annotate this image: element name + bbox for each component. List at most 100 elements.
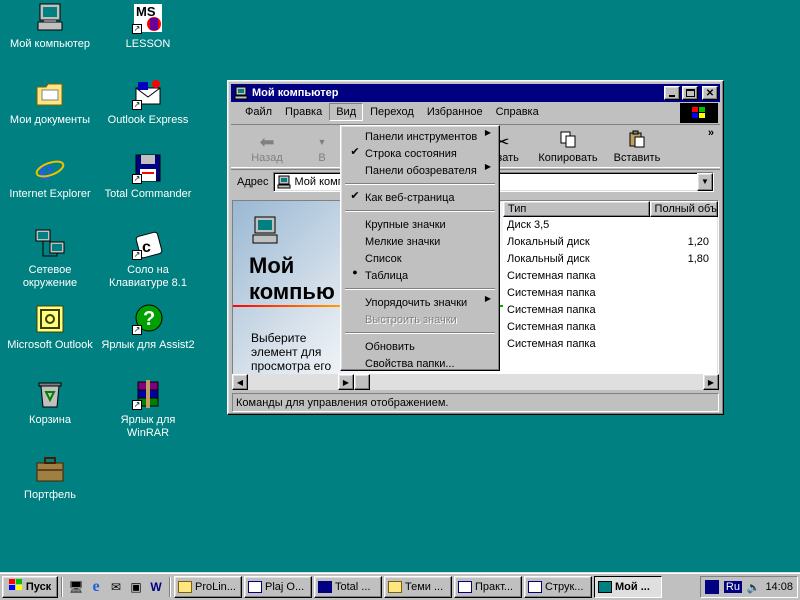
clock[interactable]: 14:08	[765, 581, 793, 593]
menu-favorites[interactable]: Избранное	[421, 104, 489, 120]
menu-separator	[345, 288, 495, 290]
volume-icon[interactable]: 🔊	[747, 581, 761, 594]
back-button[interactable]: ⬅ Назад	[237, 126, 297, 166]
menu-help[interactable]: Справка	[490, 104, 545, 120]
quicklaunch-ie-icon[interactable]: e	[86, 577, 106, 597]
minimize-icon	[669, 95, 675, 97]
floppy-icon	[318, 580, 332, 593]
desktop-icon-recycle-bin[interactable]: Корзина	[2, 378, 98, 427]
maximize-button[interactable]	[682, 86, 698, 100]
web-view-computer-icon	[249, 215, 281, 250]
quicklaunch-desktop-icon[interactable]: 🖥	[66, 577, 86, 597]
ms-office-icon: MS ↗	[132, 2, 164, 34]
taskbar-task-plaj[interactable]: Plaj O...	[244, 575, 312, 598]
menu-file[interactable]: Файл	[239, 104, 278, 120]
row-type: Локальный диск	[507, 253, 590, 265]
desktop-icon-total-commander[interactable]: ↗ Total Commander	[100, 152, 196, 201]
scroll-right-button[interactable]: ▶	[703, 374, 719, 390]
menu-item-folder-options[interactable]: Свойства папки...	[343, 355, 497, 372]
arrow-right-icon: ▶	[342, 377, 350, 387]
menu-item-label: Выстроить значки	[365, 313, 457, 326]
menu-go[interactable]: Переход	[364, 104, 420, 120]
table-row[interactable]: Системная папка	[503, 285, 718, 302]
file-list: Тип Полный объ Диск 3,5 Локальный диск 1,…	[503, 201, 718, 385]
table-row[interactable]: Системная папка	[503, 268, 718, 285]
language-indicator[interactable]: Ru	[723, 581, 742, 593]
taskbar-task-my-computer[interactable]: Мой ...	[594, 575, 662, 598]
paste-label: Вставить	[613, 152, 661, 164]
menu-item-refresh[interactable]: Обновить	[343, 338, 497, 355]
taskbar-task-struk[interactable]: Струк...	[524, 575, 592, 598]
menu-item-label: Обновить	[365, 340, 415, 353]
row-type: Системная папка	[507, 304, 596, 316]
check-icon: ✔	[350, 190, 360, 202]
desktop-icon-label: Ярлык для WinRAR	[120, 414, 176, 439]
start-button[interactable]: Пуск	[2, 575, 58, 598]
scroll-thumb[interactable]	[354, 374, 370, 390]
arrow-left-icon: ◀	[236, 377, 244, 387]
briefcase-icon	[34, 453, 66, 485]
task-label: Plaj O...	[265, 580, 305, 593]
desktop-icon-network[interactable]: Сетевое окружение	[2, 228, 98, 290]
desktop-icon-microsoft-outlook[interactable]: Microsoft Outlook	[2, 303, 98, 352]
menu-item-explorer-bars[interactable]: Панели обозревателя ▶	[343, 162, 497, 179]
scroll-left-button[interactable]: ◀	[232, 374, 248, 390]
desktop-icon-lesson[interactable]: MS ↗ LESSON	[100, 2, 196, 51]
desktop-icon-briefcase[interactable]: Портфель	[2, 453, 98, 502]
table-row[interactable]: Системная папка	[503, 302, 718, 319]
menu-edit[interactable]: Правка	[279, 104, 328, 120]
desktop-icon-label: Мой компьютер	[9, 38, 91, 50]
scroll-track-right[interactable]	[370, 374, 703, 390]
quicklaunch-word-icon[interactable]: W	[146, 577, 166, 597]
toolbar-more-button[interactable]: »	[708, 127, 714, 139]
taskbar-task-prakt[interactable]: Практ...	[454, 575, 522, 598]
menu-item-small-icons[interactable]: Мелкие значки	[343, 233, 497, 250]
desktop-icon-internet-explorer[interactable]: e Internet Explorer	[2, 151, 98, 201]
desktop-icon-outlook-express[interactable]: ↗ Outlook Express	[100, 78, 196, 127]
menu-view[interactable]: Вид	[329, 103, 364, 121]
table-row[interactable]: Локальный диск 1,20	[503, 234, 718, 251]
desktop-icon-winrar[interactable]: ↗ Ярлык для WinRAR	[100, 378, 196, 440]
copy-button[interactable]: Копировать	[532, 126, 604, 166]
web-view-title: Мой компью	[249, 253, 335, 305]
menu-item-as-web-page[interactable]: ✔ Как веб-страница	[343, 189, 497, 206]
submenu-arrow-icon: ▶	[484, 128, 491, 137]
address-dropdown-button[interactable]: ▼	[697, 172, 713, 191]
scroll-track-left[interactable]	[248, 374, 338, 390]
table-row[interactable]: Диск 3,5	[503, 217, 718, 234]
desktop-icon-my-documents[interactable]: Мои документы	[2, 78, 98, 127]
menu-item-status-bar[interactable]: ✔ Строка состояния	[343, 145, 497, 162]
back-label: Назад	[251, 152, 283, 164]
network-icon	[34, 228, 66, 260]
table-row[interactable]: Системная папка	[503, 319, 718, 336]
desktop-icon-label: LESSON	[125, 38, 171, 50]
tray-app-icon[interactable]	[705, 580, 719, 594]
menu-item-label: Мелкие значки	[365, 235, 441, 248]
horizontal-scrollbar[interactable]: ◀ ▶ ▶	[232, 374, 719, 390]
table-row[interactable]: Локальный диск 1,80	[503, 251, 718, 268]
table-row[interactable]: Системная папка	[503, 336, 718, 353]
desktop-icon-my-computer[interactable]: Мой компьютер	[2, 2, 98, 51]
menu-item-large-icons[interactable]: Крупные значки	[343, 216, 497, 233]
quicklaunch-outlook-express-icon[interactable]: ✉	[106, 577, 126, 597]
title-bar[interactable]: Мой компьютер ✕	[231, 84, 720, 102]
taskbar-task-prolin[interactable]: ProLin...	[174, 575, 242, 598]
shortcut-arrow-icon: ↗	[132, 400, 142, 410]
taskbar-task-temi[interactable]: Теми ...	[384, 575, 452, 598]
column-header-size[interactable]: Полный объ	[649, 201, 718, 217]
scroll-right-button-left-pane[interactable]: ▶	[338, 374, 354, 390]
close-button[interactable]: ✕	[702, 86, 718, 100]
menu-item-toolbars[interactable]: Панели инструментов ▶	[343, 128, 497, 145]
quicklaunch-outlook-icon[interactable]: ▣	[126, 577, 146, 597]
menu-item-details[interactable]: ● Таблица	[343, 267, 497, 284]
paste-button[interactable]: Вставить	[604, 126, 670, 166]
menu-item-arrange-icons[interactable]: Упорядочить значки ▶	[343, 294, 497, 311]
desktop-icon-assist2[interactable]: ? ↗ Ярлык для Assist2	[100, 303, 196, 352]
minimize-button[interactable]	[664, 86, 680, 100]
row-size	[653, 336, 713, 353]
desktop-icon-solo-keyboard[interactable]: c ↗ Соло на Клавиатуре 8.1	[100, 228, 196, 290]
taskbar-task-total-commander[interactable]: Total ...	[314, 575, 382, 598]
column-header-type[interactable]: Тип	[503, 201, 650, 217]
menu-item-list[interactable]: Список	[343, 250, 497, 267]
task-label: ProLin...	[195, 580, 236, 593]
